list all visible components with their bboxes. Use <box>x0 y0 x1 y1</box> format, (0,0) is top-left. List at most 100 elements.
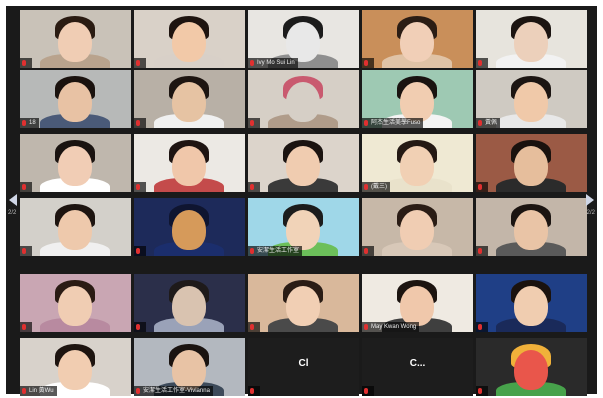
participant-tile[interactable]: May Kwan Wong <box>362 274 473 332</box>
participant-face <box>172 350 206 390</box>
muted-microphone-icon <box>364 120 368 126</box>
participant-tile[interactable] <box>134 10 245 68</box>
participant-name-label: 安潔生活工作室-Vivianna <box>134 386 213 396</box>
participant-tile[interactable]: (戴三) <box>362 134 473 192</box>
muted-microphone-icon <box>364 324 368 330</box>
participant-tile[interactable] <box>476 274 587 332</box>
muted-microphone-icon <box>22 388 26 394</box>
muted-microphone-icon <box>478 324 482 330</box>
participant-name-label: Lin 黃Wu <box>20 386 57 396</box>
participant-face <box>514 350 548 390</box>
participant-tile[interactable] <box>20 134 131 192</box>
participant-tile[interactable] <box>248 134 359 192</box>
muted-microphone-icon <box>250 248 254 254</box>
participant-name-label <box>20 246 32 256</box>
participant-face <box>58 286 92 326</box>
participant-name-label <box>362 246 374 256</box>
muted-microphone-icon <box>478 120 482 126</box>
participant-name-label: 黃佩 <box>476 118 501 128</box>
participant-tile[interactable] <box>248 274 359 332</box>
participant-tile[interactable]: C... <box>362 338 473 396</box>
participant-face <box>400 146 434 186</box>
muted-microphone-icon <box>478 184 482 190</box>
participant-tile[interactable] <box>20 274 131 332</box>
participant-face <box>514 82 548 122</box>
participant-grid: Ivy Mo Sui Lin 18 阿杰生活美學Fuso 黃佩 (戴三) 安潔生活工作室 M… <box>20 8 587 396</box>
participant-tile[interactable] <box>362 10 473 68</box>
participant-tile[interactable]: 黃佩 <box>476 70 587 128</box>
muted-microphone-icon <box>22 60 26 66</box>
participant-name: Ivy Mo Sui Lin <box>257 60 295 66</box>
participant-face <box>514 286 548 326</box>
muted-microphone-icon <box>364 184 368 190</box>
muted-microphone-icon <box>136 120 140 126</box>
video-gallery: 2/2 Ivy Mo Sui Lin 18 阿杰生活美學Fuso 黃佩 (戴三) 安潔生活… <box>6 6 597 396</box>
participant-tile[interactable] <box>476 338 587 396</box>
participant-tile[interactable] <box>476 198 587 256</box>
participant-name-label <box>134 182 146 192</box>
participant-face <box>514 210 548 250</box>
participant-face <box>286 146 320 186</box>
participant-tile[interactable] <box>134 134 245 192</box>
muted-microphone-icon <box>364 388 368 394</box>
participant-name-label <box>134 322 146 332</box>
participant-tile[interactable] <box>476 134 587 192</box>
muted-microphone-icon <box>22 324 26 330</box>
participant-face <box>172 82 206 122</box>
participant-name: 阿杰生活美學Fuso <box>371 120 421 126</box>
participant-name: 安潔生活工作室 <box>257 248 300 254</box>
muted-microphone-icon <box>136 60 140 66</box>
participant-name: 18 <box>29 120 36 126</box>
participant-name-label <box>476 386 488 396</box>
participant-tile[interactable]: 阿杰生活美學Fuso <box>362 70 473 128</box>
participant-name-label <box>476 182 488 192</box>
muted-microphone-icon <box>478 248 482 254</box>
participant-face <box>172 146 206 186</box>
participant-face <box>58 210 92 250</box>
participant-name-label <box>20 182 32 192</box>
participant-face <box>172 286 206 326</box>
participant-initials: Cl <box>298 358 309 369</box>
participant-face <box>58 146 92 186</box>
participant-initials: C... <box>409 358 426 369</box>
participant-name-label: Ivy Mo Sui Lin <box>248 58 298 68</box>
participant-tile[interactable]: Lin 黃Wu <box>20 338 131 396</box>
participant-face <box>514 22 548 62</box>
participant-tile[interactable] <box>362 198 473 256</box>
participant-face <box>58 82 92 122</box>
participant-name: 安潔生活工作室-Vivianna <box>143 388 210 394</box>
participant-name: May Kwan Wong <box>371 324 417 330</box>
participant-face <box>286 82 320 122</box>
muted-microphone-icon <box>136 184 140 190</box>
participant-face <box>400 82 434 122</box>
muted-microphone-icon <box>136 388 140 394</box>
participant-tile[interactable] <box>20 198 131 256</box>
participant-face <box>58 350 92 390</box>
muted-microphone-icon <box>22 248 26 254</box>
participant-tile[interactable] <box>134 274 245 332</box>
muted-microphone-icon <box>22 120 26 126</box>
participant-tile[interactable]: 18 <box>20 70 131 128</box>
previous-page-arrow-icon[interactable] <box>9 194 17 206</box>
participant-tile[interactable]: 安潔生活工作室-Vivianna <box>134 338 245 396</box>
page-indicator-right: 2/2 <box>586 210 595 216</box>
participant-tile[interactable] <box>134 198 245 256</box>
participant-face <box>286 22 320 62</box>
next-page-arrow-icon[interactable] <box>586 194 594 206</box>
participant-tile[interactable]: Cl <box>248 338 359 396</box>
participant-tile[interactable] <box>248 70 359 128</box>
participant-name-label: May Kwan Wong <box>362 322 420 332</box>
participant-name-label <box>362 58 374 68</box>
participant-name-label <box>476 246 488 256</box>
muted-microphone-icon <box>364 60 368 66</box>
participant-face <box>286 286 320 326</box>
participant-tile[interactable]: 安潔生活工作室 <box>248 198 359 256</box>
participant-name: Lin 黃Wu <box>29 388 54 394</box>
participant-name-label <box>134 246 146 256</box>
muted-microphone-icon <box>22 184 26 190</box>
participant-tile[interactable] <box>134 70 245 128</box>
participant-tile[interactable] <box>20 10 131 68</box>
muted-microphone-icon <box>364 248 368 254</box>
participant-tile[interactable] <box>476 10 587 68</box>
participant-tile[interactable]: Ivy Mo Sui Lin <box>248 10 359 68</box>
